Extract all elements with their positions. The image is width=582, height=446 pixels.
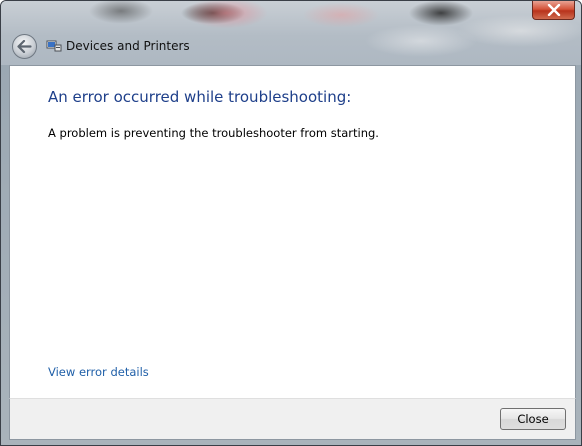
button-bar: Close	[9, 398, 576, 440]
close-icon	[547, 4, 560, 16]
window-close-button[interactable]	[532, 1, 575, 20]
devices-printers-icon	[46, 39, 62, 53]
navigation-bar: Devices and Printers	[1, 28, 581, 64]
view-error-details-link[interactable]: View error details	[48, 365, 149, 379]
breadcrumb[interactable]: Devices and Printers	[66, 39, 190, 53]
error-message: A problem is preventing the troubleshoot…	[48, 126, 379, 140]
page-title: An error occurred while troubleshooting:	[48, 88, 352, 106]
back-button[interactable]	[12, 33, 37, 59]
close-button[interactable]: Close	[500, 408, 566, 430]
troubleshooter-window: Devices and Printers An error occurred w…	[0, 0, 582, 446]
back-arrow-icon	[17, 39, 32, 53]
content-pane: An error occurred while troubleshooting:…	[9, 65, 576, 398]
